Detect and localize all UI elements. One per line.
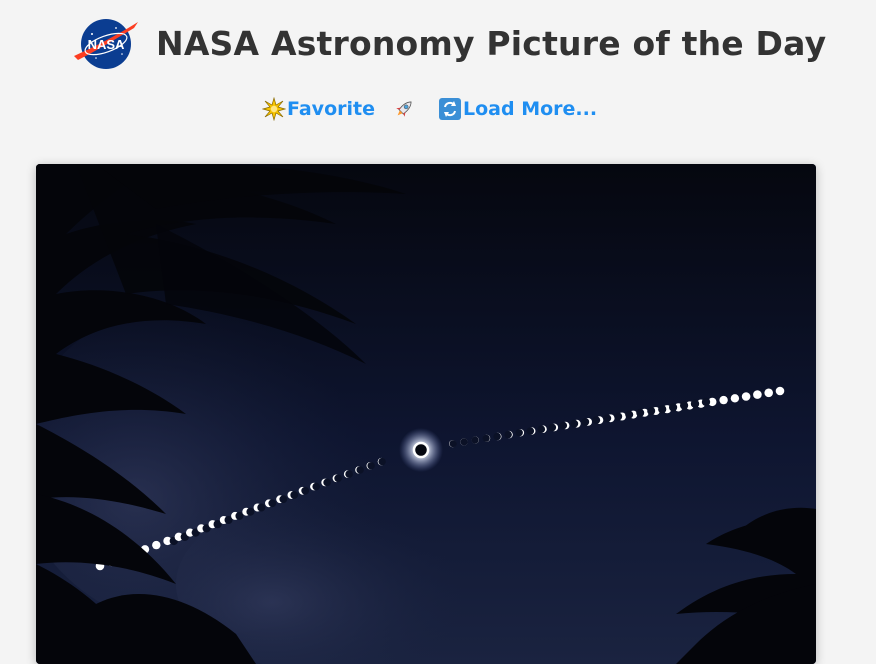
eclipse-phase bbox=[310, 482, 321, 491]
eclipse-phase bbox=[526, 427, 536, 435]
eclipse-phase bbox=[208, 520, 222, 529]
eclipse-phase bbox=[730, 394, 740, 403]
load-more-link[interactable]: Load More... bbox=[438, 94, 597, 124]
apod-image[interactable] bbox=[36, 164, 816, 664]
refresh-icon bbox=[438, 97, 462, 121]
load-more-label: Load More... bbox=[463, 98, 598, 120]
eclipse-phase bbox=[719, 395, 728, 405]
eclipse-phase bbox=[603, 414, 615, 423]
eclipse-phase bbox=[504, 430, 513, 439]
eclipse-phase bbox=[741, 392, 751, 401]
eclipse-phase bbox=[321, 478, 331, 487]
eclipse-phase bbox=[764, 388, 773, 398]
rocket-icon bbox=[392, 97, 416, 121]
sparkle-star-icon bbox=[261, 96, 287, 122]
eclipse-phase bbox=[152, 540, 161, 550]
eclipse-phase bbox=[570, 419, 581, 428]
eclipse-phase bbox=[614, 412, 626, 421]
nasa-logo-graphic: NASA bbox=[74, 19, 138, 69]
eclipse-phase bbox=[231, 511, 244, 520]
eclipse-phase bbox=[219, 516, 233, 524]
favorite-label: Favorite bbox=[287, 98, 375, 120]
nasa-logo-text: NASA bbox=[88, 37, 125, 52]
totality-disk bbox=[412, 441, 430, 459]
eclipse-phase bbox=[482, 434, 491, 442]
eclipse-phase bbox=[471, 436, 479, 444]
eclipse-phase bbox=[343, 470, 353, 478]
eclipse-photo bbox=[36, 164, 816, 664]
nasa-logo[interactable]: NASA bbox=[72, 16, 140, 72]
eclipse-phase bbox=[242, 507, 255, 516]
eclipse-phase bbox=[753, 390, 762, 399]
eclipse-phase bbox=[493, 432, 502, 441]
eclipse-phase bbox=[537, 425, 547, 434]
eclipse-phase bbox=[265, 499, 277, 508]
eclipse-phase bbox=[581, 418, 592, 426]
eclipse-phase bbox=[298, 486, 310, 495]
eclipse-phase bbox=[460, 438, 468, 446]
eclipse-phase bbox=[592, 416, 604, 424]
eclipse-phase bbox=[515, 429, 525, 437]
eclipse-phase bbox=[253, 503, 266, 512]
rocket-link[interactable] bbox=[392, 94, 417, 124]
eclipse-phase bbox=[366, 462, 375, 470]
eclipse-phase bbox=[449, 440, 457, 448]
eclipse-phase bbox=[636, 408, 649, 417]
eclipse-phase bbox=[276, 495, 288, 504]
eclipse-phase bbox=[287, 491, 299, 499]
eclipse-phase bbox=[332, 474, 342, 483]
eclipse-phase bbox=[775, 386, 785, 396]
eclipse-phase bbox=[377, 457, 386, 466]
eclipse-phase bbox=[548, 423, 559, 432]
eclipse-phase bbox=[625, 410, 638, 419]
eclipse-phase bbox=[197, 524, 211, 533]
eclipse-phase bbox=[559, 421, 570, 430]
action-nav: Favorite Load More... bbox=[0, 94, 876, 124]
favorite-link[interactable]: Favorite bbox=[261, 94, 375, 124]
eclipse-phase bbox=[647, 407, 660, 415]
page-header: NASA NASA Astronomy Picture of the Day bbox=[0, 0, 876, 90]
page-title: NASA Astronomy Picture of the Day bbox=[156, 24, 827, 63]
eclipse-phase bbox=[355, 466, 364, 474]
